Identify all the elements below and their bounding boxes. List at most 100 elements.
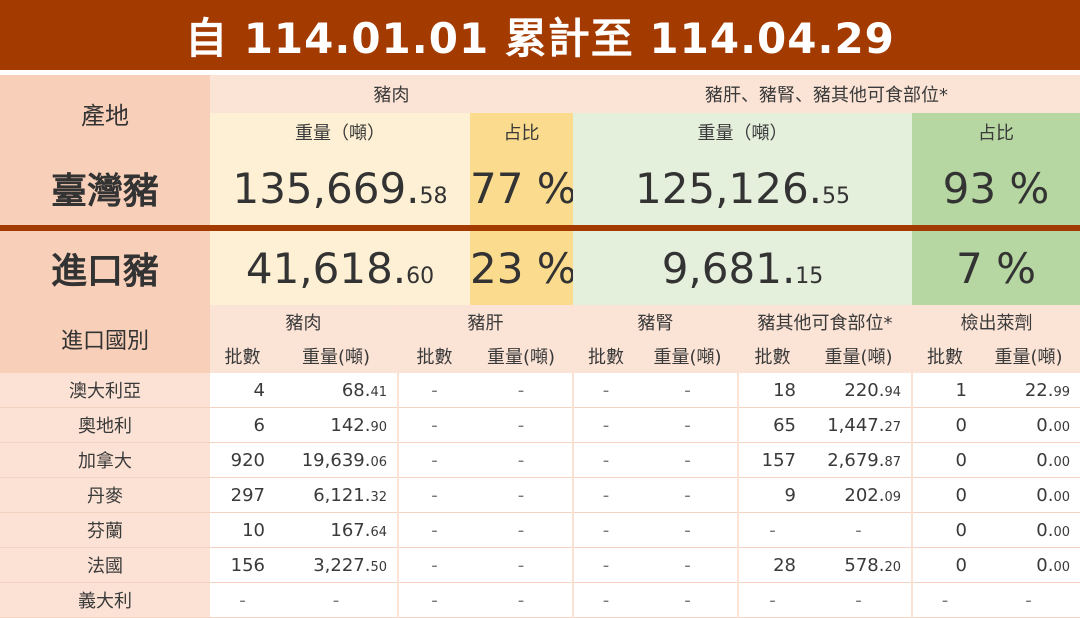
batch-cell: 10 — [210, 512, 275, 548]
country-header: 進口國別 — [0, 305, 210, 373]
table-row: 加拿大 920 19,639.06- - - -157 2,679.87 0 0.00 — [0, 442, 1080, 478]
batch-cell: - — [573, 407, 638, 443]
batch-cell: 18 — [738, 373, 806, 408]
batch-cell: - — [573, 547, 638, 583]
batch-col: 批數 — [573, 339, 638, 373]
country-name: 丹麥 — [0, 477, 210, 513]
weight-cell: 0.00 — [977, 442, 1080, 478]
weight-cell: - — [470, 512, 574, 548]
weight-cell: - — [470, 547, 574, 583]
batch-cell: 297 — [210, 477, 275, 513]
batch-cell: 920 — [210, 442, 275, 478]
weight-cell: 6,121.32 — [275, 477, 399, 513]
batch-cell: 1 — [912, 373, 977, 408]
group-header-ractopamine: 檢出萊劑 — [912, 305, 1080, 339]
weight-cell: 68.41 — [275, 373, 399, 408]
summary-table: 產地 豬肉 豬肝、豬腎、豬其他可食部位* 重量（噸） 占比 重量（噸） 占比 臺… — [0, 75, 1080, 618]
group-header-other: 豬其他可食部位* — [738, 305, 913, 339]
batch-cell: 9 — [738, 477, 806, 513]
batch-col: 批數 — [398, 339, 470, 373]
taiwan-pork-weight: 135,669.58 — [210, 151, 470, 225]
batch-cell: - — [398, 407, 470, 443]
batch-cell: - — [398, 442, 470, 478]
weight-cell: - — [638, 582, 739, 618]
weight-cell: - — [638, 512, 739, 548]
weight-cell: 1,447.27 — [806, 407, 913, 443]
table-row: 澳大利亞 4 68.41- - - -18 220.94 1 22.99 — [0, 373, 1080, 408]
batch-cell: 28 — [738, 547, 806, 583]
batch-cell: 157 — [738, 442, 806, 478]
organs-weight-header: 重量（噸） — [573, 113, 912, 151]
import-organs-ratio: 7 % — [912, 231, 1080, 305]
table-row: 奧地利 6 142.90- - - -65 1,447.27 0 0.00 — [0, 407, 1080, 443]
weight-cell: - — [470, 477, 574, 513]
batch-cell: 0 — [912, 547, 977, 583]
weight-cell: 0.00 — [977, 407, 1080, 443]
batch-cell: 65 — [738, 407, 806, 443]
table-row: 丹麥 297 6,121.32- - - -9 202.09 0 0.00 — [0, 477, 1080, 513]
batch-cell: 4 — [210, 373, 275, 408]
weight-cell: 0.00 — [977, 512, 1080, 548]
batch-cell: - — [398, 512, 470, 548]
batch-cell: 0 — [912, 442, 977, 478]
batch-cell: - — [573, 373, 638, 408]
weight-col: 重量(噸) — [977, 339, 1080, 373]
batch-cell: - — [210, 582, 275, 618]
batch-cell: 0 — [912, 512, 977, 548]
batch-cell: 156 — [210, 547, 275, 583]
pork-ratio-header: 占比 — [470, 113, 573, 151]
batch-cell: - — [573, 442, 638, 478]
weight-cell: - — [806, 512, 913, 548]
weight-cell: - — [470, 442, 574, 478]
weight-cell: - — [806, 582, 913, 618]
pork-weight-header: 重量（噸） — [210, 113, 470, 151]
batch-cell: - — [398, 477, 470, 513]
table-row: 芬蘭 10 167.64- - - - - -0 0.00 — [0, 512, 1080, 548]
weight-cell: - — [638, 547, 739, 583]
weight-cell: 3,227.50 — [275, 547, 399, 583]
page-title: 自 114.01.01 累計至 114.04.29 — [0, 0, 1080, 70]
import-row: 進口豬 41,618.60 23 % 9,681.15 7 % — [0, 231, 1080, 305]
batch-cell: 6 — [210, 407, 275, 443]
import-pork-ratio: 23 % — [470, 231, 573, 305]
country-name: 奧地利 — [0, 407, 210, 443]
import-label: 進口豬 — [0, 231, 210, 305]
batch-cell: 0 — [912, 477, 977, 513]
batch-cell: - — [912, 582, 977, 618]
weight-cell: - — [470, 582, 574, 618]
weight-cell: - — [638, 442, 739, 478]
weight-cell: 0.00 — [977, 547, 1080, 583]
pork-header: 豬肉 — [210, 75, 573, 113]
batch-cell: - — [398, 547, 470, 583]
taiwan-pork-ratio: 77 % — [470, 151, 573, 225]
batch-cell: - — [573, 582, 638, 618]
weight-cell: 220.94 — [806, 373, 913, 408]
weight-cell: 202.09 — [806, 477, 913, 513]
batch-col: 批數 — [210, 339, 275, 373]
weight-col: 重量(噸) — [470, 339, 574, 373]
weight-cell: 22.99 — [977, 373, 1080, 408]
table-row: 法國 156 3,227.50- - - -28 578.20 0 0.00 — [0, 547, 1080, 583]
country-name: 加拿大 — [0, 442, 210, 478]
origin-header: 產地 — [0, 75, 210, 151]
batch-cell: - — [398, 373, 470, 408]
weight-col: 重量(噸) — [275, 339, 399, 373]
country-name: 芬蘭 — [0, 512, 210, 548]
batch-cell: - — [738, 512, 806, 548]
weight-cell: - — [638, 407, 739, 443]
batch-col: 批數 — [912, 339, 977, 373]
country-name: 澳大利亞 — [0, 373, 210, 408]
taiwan-label: 臺灣豬 — [0, 151, 210, 225]
country-name: 義大利 — [0, 582, 210, 618]
taiwan-row: 臺灣豬 135,669.58 77 % 125,126.55 93 % — [0, 151, 1080, 225]
group-header-pork: 豬肉 — [210, 305, 399, 339]
import-organs-weight: 9,681.15 — [573, 231, 912, 305]
weight-cell: 2,679.87 — [806, 442, 913, 478]
organs-header: 豬肝、豬腎、豬其他可食部位* — [573, 75, 1080, 113]
organs-ratio-header: 占比 — [912, 113, 1080, 151]
weight-cell: - — [470, 373, 574, 408]
batch-cell: - — [573, 477, 638, 513]
batch-cell: - — [738, 582, 806, 618]
batch-col: 批數 — [738, 339, 806, 373]
weight-cell: - — [470, 407, 574, 443]
